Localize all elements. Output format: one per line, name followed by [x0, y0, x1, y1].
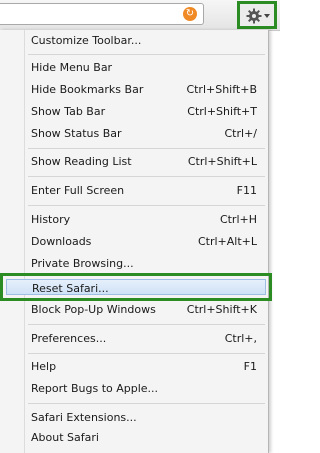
menu-item-history[interactable]: History Ctrl+H	[3, 210, 265, 230]
menu-item-shortcut: F1	[243, 360, 257, 373]
menu-item-customize-toolbar[interactable]: Customize Toolbar...	[3, 31, 265, 51]
browser-toolbar: ↻	[0, 0, 280, 31]
menu-item-label: Hide Menu Bar	[31, 61, 113, 74]
menu-item-downloads[interactable]: Downloads Ctrl+Alt+L	[3, 232, 265, 252]
settings-menu-button[interactable]	[237, 1, 277, 29]
menu-item-shortcut: Ctrl+Shift+T	[187, 105, 257, 118]
menu-separator	[28, 205, 265, 206]
menu-item-label: Preferences...	[31, 332, 107, 345]
menu-item-label: Hide Bookmarks Bar	[31, 83, 144, 96]
menu-separator	[28, 54, 265, 55]
menu-item-label: Help	[31, 360, 57, 373]
menu-item-label: Show Status Bar	[31, 127, 122, 140]
menu-item-hide-bookmarks-bar[interactable]: Hide Bookmarks Bar Ctrl+Shift+B	[3, 80, 265, 100]
menu-item-shortcut: Ctrl+Shift+K	[186, 303, 257, 316]
menu-item-enter-full-screen[interactable]: Enter Full Screen F11	[3, 181, 265, 201]
reload-icon[interactable]: ↻	[183, 7, 197, 21]
menu-item-label: Downloads	[31, 235, 92, 248]
safari-settings-menu: Customize Toolbar... Hide Menu Bar Hide …	[0, 30, 272, 453]
menu-item-report-bugs[interactable]: Report Bugs to Apple...	[3, 379, 265, 399]
menu-item-show-tab-bar[interactable]: Show Tab Bar Ctrl+Shift+T	[3, 102, 265, 122]
menu-item-label: Reset Safari...	[32, 282, 109, 295]
menu-item-hide-menu-bar[interactable]: Hide Menu Bar	[3, 58, 265, 78]
menu-item-shortcut: F11	[236, 184, 257, 197]
gear-icon	[246, 8, 270, 24]
menu-item-label: Show Tab Bar	[31, 105, 106, 118]
menu-item-shortcut: Ctrl+Shift+L	[187, 155, 257, 168]
menu-item-safari-extensions[interactable]: Safari Extensions...	[3, 408, 265, 428]
address-bar[interactable]: ↻	[0, 3, 204, 25]
menu-item-label: Customize Toolbar...	[31, 34, 142, 47]
menu-item-shortcut: Ctrl+,	[224, 332, 257, 345]
menu-item-show-reading-list[interactable]: Show Reading List Ctrl+Shift+L	[3, 152, 265, 172]
menu-item-label: Safari Extensions...	[31, 411, 137, 424]
menu-separator	[28, 324, 265, 325]
menu-item-label: History	[31, 213, 71, 226]
menu-item-label: Report Bugs to Apple...	[31, 382, 159, 395]
menu-separator	[28, 403, 265, 404]
menu-item-shortcut: Ctrl+/	[224, 127, 258, 140]
menu-item-preferences[interactable]: Preferences... Ctrl+,	[3, 329, 265, 349]
menu-separator	[28, 353, 265, 354]
menu-item-label: Enter Full Screen	[31, 184, 125, 197]
menu-item-label: Block Pop-Up Windows	[31, 303, 156, 316]
menu-item-label: About Safari	[31, 431, 99, 444]
menu-item-help[interactable]: Help F1	[3, 357, 265, 377]
chevron-down-icon	[264, 14, 270, 18]
menu-item-private-browsing[interactable]: Private Browsing...	[3, 254, 265, 274]
menu-item-block-popup-windows[interactable]: Block Pop-Up Windows Ctrl+Shift+K	[3, 300, 265, 320]
menu-item-shortcut: Ctrl+Shift+B	[186, 83, 257, 96]
highlight-callout: Reset Safari...	[0, 273, 272, 301]
menu-item-about-safari[interactable]: About Safari	[3, 428, 265, 448]
menu-item-show-status-bar[interactable]: Show Status Bar Ctrl+/	[3, 124, 265, 144]
menu-item-label: Show Reading List	[31, 155, 132, 168]
menu-item-reset-safari[interactable]: Reset Safari...	[6, 279, 266, 295]
menu-separator	[28, 148, 265, 149]
menu-item-shortcut: Ctrl+H	[219, 213, 257, 226]
menu-separator	[28, 176, 265, 177]
menu-item-label: Private Browsing...	[31, 257, 134, 270]
menu-item-shortcut: Ctrl+Alt+L	[197, 235, 257, 248]
